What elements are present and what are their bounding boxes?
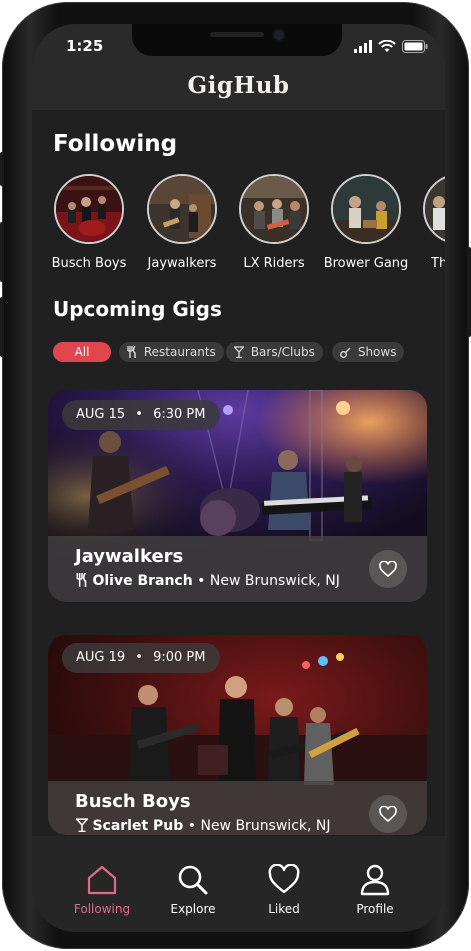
gig-date: AUG 15 bbox=[76, 407, 126, 422]
guitar-icon bbox=[340, 347, 351, 358]
gig-time: 9:00 PM bbox=[153, 650, 206, 665]
tab-label: Explore bbox=[170, 902, 216, 916]
front-camera bbox=[274, 30, 284, 40]
upcoming-gigs-heading: Upcoming Gigs bbox=[53, 297, 222, 321]
gig-info-panel: Busch Boys Scarlet Pub • New Brunswick, … bbox=[48, 781, 427, 835]
app-screen: 1:25 GigHub Following Busch Boys Jaywalk… bbox=[32, 24, 445, 932]
band-photo bbox=[241, 176, 307, 242]
gig-time: 6:30 PM bbox=[153, 407, 206, 422]
separator-dot: • bbox=[135, 650, 143, 665]
search-icon bbox=[178, 865, 208, 895]
app-logo: GigHub bbox=[187, 72, 290, 99]
status-time: 1:25 bbox=[66, 37, 104, 55]
band-photo bbox=[149, 176, 215, 242]
gig-card[interactable]: AUG 19 • 9:00 PM Busch Boys Scarlet Pub … bbox=[48, 635, 427, 835]
tab-label: Profile bbox=[356, 902, 394, 916]
gig-info-panel: Jaywalkers Olive Branch • New Brunswick,… bbox=[48, 536, 427, 602]
chip-label: Shows bbox=[357, 345, 397, 359]
cocktail-glass-icon bbox=[75, 818, 89, 833]
artist-avatar-lx-riders[interactable] bbox=[239, 174, 309, 244]
earpiece bbox=[210, 32, 264, 37]
filter-restaurants-chip[interactable]: Restaurants bbox=[119, 342, 224, 362]
artist-name: Jaywalkers bbox=[147, 256, 217, 271]
gig-venue-line: Scarlet Pub • New Brunswick, NJ bbox=[75, 818, 331, 834]
filter-all-chip[interactable]: All bbox=[53, 342, 111, 362]
heart-icon bbox=[379, 806, 397, 822]
chip-label: Restaurants bbox=[143, 345, 216, 359]
cocktail-glass-icon bbox=[233, 346, 245, 359]
artist-name: Th bbox=[431, 256, 445, 271]
gig-datetime-badge: AUG 19 • 9:00 PM bbox=[62, 643, 220, 673]
tab-label: Following bbox=[73, 902, 131, 916]
volume-down-button bbox=[0, 297, 4, 357]
volume-up-button bbox=[0, 222, 4, 282]
user-icon bbox=[360, 864, 390, 896]
gig-venue-line: Olive Branch • New Brunswick, NJ bbox=[76, 572, 340, 589]
gig-artist: Jaywalkers bbox=[75, 546, 184, 567]
fork-knife-icon bbox=[76, 572, 87, 587]
artist-avatar-jaywalkers[interactable] bbox=[147, 174, 217, 244]
signal-icon bbox=[354, 40, 372, 53]
artist-name: Brower Gang bbox=[323, 256, 409, 271]
separator-dot: • bbox=[135, 407, 143, 422]
chip-label: All bbox=[74, 345, 90, 359]
filter-shows-chip[interactable]: Shows bbox=[332, 342, 405, 362]
gig-location: New Brunswick, NJ bbox=[209, 573, 340, 589]
artist-avatar-partial[interactable] bbox=[423, 174, 445, 244]
gig-card[interactable]: AUG 15 • 6:30 PM Jaywalkers Olive Branch… bbox=[48, 390, 427, 602]
tab-profile[interactable]: Profile bbox=[340, 864, 410, 916]
gig-date: AUG 19 bbox=[76, 650, 126, 665]
artist-avatar-busch-boys[interactable] bbox=[54, 174, 124, 244]
chip-label: Bars/Clubs bbox=[250, 345, 315, 359]
fork-knife-icon bbox=[127, 345, 136, 358]
phone-frame: 1:25 GigHub Following Busch Boys Jaywalk… bbox=[0, 2, 471, 949]
like-button[interactable] bbox=[369, 550, 407, 588]
like-button[interactable] bbox=[369, 795, 407, 833]
following-heading: Following bbox=[53, 131, 178, 157]
artist-avatar-brower-gang[interactable] bbox=[331, 174, 401, 244]
artist-name: Busch Boys bbox=[51, 256, 127, 271]
heart-icon bbox=[379, 561, 397, 577]
heart-icon bbox=[268, 863, 300, 894]
gig-venue: Scarlet Pub bbox=[92, 818, 184, 834]
band-photo bbox=[333, 176, 399, 242]
tab-explore[interactable]: Explore bbox=[158, 864, 228, 916]
battery-icon bbox=[402, 40, 428, 53]
status-bar: 1:25 bbox=[32, 24, 445, 68]
gig-datetime-badge: AUG 15 • 6:30 PM bbox=[62, 400, 220, 430]
gig-venue: Olive Branch bbox=[92, 573, 193, 589]
power-button bbox=[467, 247, 471, 337]
tab-liked[interactable]: Liked bbox=[249, 863, 319, 916]
separator-dot: • bbox=[197, 573, 206, 589]
artist-name: LX Riders bbox=[243, 256, 305, 271]
separator-dot: • bbox=[187, 818, 197, 834]
band-photo bbox=[425, 176, 445, 242]
gig-location: New Brunswick, NJ bbox=[200, 818, 331, 834]
home-icon bbox=[87, 865, 117, 895]
bottom-tab-bar: Following Explore Liked Profile bbox=[32, 836, 445, 932]
tab-label: Liked bbox=[268, 902, 300, 916]
gig-artist: Busch Boys bbox=[75, 791, 191, 812]
mute-switch bbox=[0, 152, 4, 186]
app-header: GigHub bbox=[32, 68, 445, 110]
band-photo bbox=[56, 176, 122, 242]
notch bbox=[132, 24, 342, 56]
wifi-icon bbox=[378, 40, 396, 52]
tab-following[interactable]: Following bbox=[67, 864, 137, 916]
filter-bars-clubs-chip[interactable]: Bars/Clubs bbox=[226, 342, 323, 362]
